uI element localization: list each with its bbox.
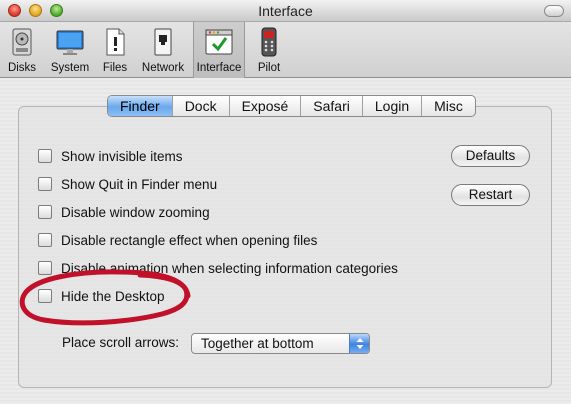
checkbox-label: Show invisible items bbox=[61, 148, 183, 164]
toolbar-toggle-button[interactable] bbox=[544, 5, 564, 17]
tab-login[interactable]: Login bbox=[363, 96, 423, 116]
option-show-invisible-items[interactable]: Show invisible items bbox=[38, 147, 183, 165]
defaults-button[interactable]: Defaults bbox=[451, 145, 530, 167]
scroll-arrows-label: Place scroll arrows: bbox=[62, 335, 180, 350]
checkbox-label: Hide the Desktop bbox=[61, 288, 165, 304]
toolbar-item-pilot[interactable]: Pilot bbox=[252, 22, 286, 78]
checkbox-label: Disable rectangle effect when opening fi… bbox=[61, 232, 318, 248]
checkbox-label: Show Quit in Finder menu bbox=[61, 176, 218, 192]
popup-arrows-icon bbox=[349, 334, 369, 353]
checkbox-label: Disable animation when selecting informa… bbox=[61, 260, 398, 276]
tab-dock[interactable]: Dock bbox=[173, 96, 230, 116]
toolbar-item-label: System bbox=[50, 62, 90, 74]
toolbar-item-label: Files bbox=[102, 62, 128, 74]
toolbar-item-label: Pilot bbox=[257, 62, 281, 74]
remote-icon bbox=[261, 27, 277, 57]
checkbox[interactable] bbox=[38, 233, 52, 247]
option-disable-rectangle-effect[interactable]: Disable rectangle effect when opening fi… bbox=[38, 231, 317, 249]
window-checkmark-icon bbox=[205, 29, 233, 55]
option-disable-window-zooming[interactable]: Disable window zooming bbox=[38, 203, 210, 221]
option-disable-animation[interactable]: Disable animation when selecting informa… bbox=[38, 259, 398, 277]
checkbox[interactable] bbox=[38, 261, 52, 275]
toolbar-item-label: Disks bbox=[7, 62, 37, 74]
tab-finder[interactable]: Finder bbox=[108, 96, 173, 116]
toolbar-item-label: Network bbox=[141, 62, 185, 74]
scroll-arrows-select[interactable]: Together at bottom bbox=[191, 333, 370, 354]
tab-expose[interactable]: Exposé bbox=[230, 96, 302, 116]
checkbox[interactable] bbox=[38, 149, 52, 163]
checkbox[interactable] bbox=[38, 205, 52, 219]
toolbar-item-disks[interactable]: Disks bbox=[4, 22, 40, 78]
network-icon bbox=[154, 28, 172, 56]
restart-button[interactable]: Restart bbox=[451, 184, 530, 206]
option-show-quit-in-finder[interactable]: Show Quit in Finder menu bbox=[38, 175, 217, 193]
toolbar-item-files[interactable]: Files bbox=[98, 22, 132, 78]
option-hide-the-desktop[interactable]: Hide the Desktop bbox=[38, 287, 165, 305]
tab-misc[interactable]: Misc bbox=[422, 96, 475, 116]
toolbar-item-interface[interactable]: Interface bbox=[193, 22, 245, 78]
scroll-arrows-value: Together at bottom bbox=[201, 336, 314, 351]
monitor-icon bbox=[56, 30, 84, 55]
toolbar-item-network[interactable]: Network bbox=[138, 22, 188, 78]
tab-bar: Finder Dock Exposé Safari Login Misc bbox=[107, 95, 476, 117]
preferences-window: Interface Disks System Files Network Int… bbox=[0, 0, 571, 404]
toolbar-item-label: Interface bbox=[196, 62, 242, 74]
toolbar: Disks System Files Network Interface Pil… bbox=[0, 22, 571, 78]
checkbox[interactable] bbox=[38, 177, 52, 191]
toolbar-item-system[interactable]: System bbox=[48, 22, 92, 78]
tab-safari[interactable]: Safari bbox=[301, 96, 363, 116]
title-bar[interactable]: Interface bbox=[0, 0, 571, 22]
disk-icon bbox=[12, 28, 32, 56]
checkbox-label: Disable window zooming bbox=[61, 204, 210, 220]
file-icon bbox=[106, 28, 125, 56]
checkbox[interactable] bbox=[38, 289, 52, 303]
window-title: Interface bbox=[258, 3, 313, 19]
